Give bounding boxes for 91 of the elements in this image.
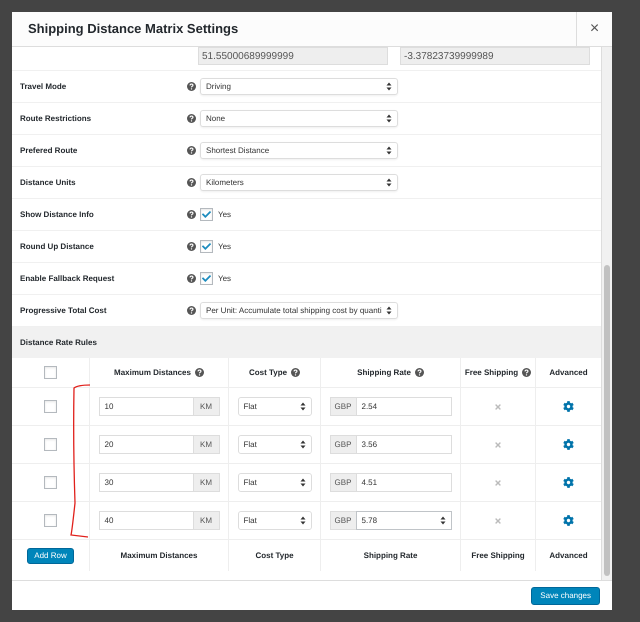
coordinate-field[interactable]: 51.55000689999999	[198, 47, 388, 65]
column-footer: Advanced	[549, 550, 588, 562]
select-field[interactable]: Kilometers	[200, 174, 398, 191]
add-row-button[interactable]: Add Row	[27, 548, 74, 564]
select-arrows-icon	[386, 146, 392, 155]
select-field[interactable]: Flat	[238, 511, 312, 530]
select-arrows-icon	[300, 478, 306, 487]
select-arrows-icon	[300, 516, 306, 525]
checkbox[interactable]	[44, 438, 57, 451]
select-arrows-icon	[300, 402, 306, 411]
section-header: Distance Rate Rules	[12, 327, 601, 358]
column-header: Cost Type	[248, 366, 288, 378]
settings-icon[interactable]	[563, 477, 574, 488]
select-arrows-icon	[300, 440, 306, 449]
setting-label: Round Up Distance	[19, 240, 95, 252]
checkbox-label: Yes	[218, 208, 232, 220]
select-arrows-icon	[440, 516, 446, 525]
dialog-title: Shipping Distance Matrix Settings	[27, 20, 240, 38]
help-icon	[187, 242, 196, 251]
checkbox[interactable]	[44, 366, 57, 379]
setting-label: Prefered Route	[19, 144, 78, 156]
currency-label: GBP	[330, 397, 356, 416]
distance-field[interactable]: 20	[98, 435, 194, 454]
currency-label: GBP	[330, 473, 356, 492]
unit-label: KM	[194, 435, 220, 454]
column-header: Maximum Distances	[114, 366, 191, 378]
settings-icon[interactable]	[563, 401, 574, 412]
setting-label: Route Restrictions	[19, 112, 92, 124]
column-footer: Free Shipping	[471, 550, 525, 562]
column-footer: Maximum Distances	[120, 550, 198, 562]
cross-icon[interactable]	[494, 402, 502, 410]
checkbox[interactable]	[44, 476, 57, 489]
help-icon	[187, 306, 196, 315]
rate-field[interactable]: 4.51	[356, 473, 452, 492]
distance-field[interactable]: 30	[98, 473, 194, 492]
help-icon	[187, 178, 196, 187]
save-changes-button[interactable]: Save changes	[531, 586, 600, 604]
select-field[interactable]: Shortest Distance	[200, 142, 398, 159]
setting-label: Show Distance Info	[19, 208, 95, 220]
select-field[interactable]: Flat	[238, 435, 312, 454]
select-arrows-icon	[386, 306, 392, 315]
checkbox-label: Yes	[218, 272, 232, 284]
cross-icon[interactable]	[494, 516, 502, 524]
cross-icon[interactable]	[494, 440, 502, 448]
currency-label: GBP	[330, 511, 356, 530]
help-icon	[187, 82, 196, 91]
unit-label: KM	[194, 397, 220, 416]
checkbox[interactable]	[200, 208, 213, 221]
select-field[interactable]: Per Unit: Accumulate total shipping cost by quanti	[200, 302, 398, 319]
setting-label: Progressive Total Cost	[19, 304, 108, 316]
setting-label: Enable Fallback Request	[19, 272, 116, 284]
column-footer: Shipping Rate	[364, 550, 418, 562]
column-footer: Cost Type	[255, 550, 294, 562]
cross-icon[interactable]	[494, 478, 502, 486]
help-icon	[414, 368, 424, 377]
setting-label: Travel Mode	[19, 80, 68, 92]
coordinate-field[interactable]: -3.37823739999989	[400, 47, 590, 65]
checkbox[interactable]	[44, 514, 57, 527]
setting-label: Distance Units	[19, 176, 77, 188]
distance-field[interactable]: 40	[98, 511, 194, 530]
settings-icon[interactable]	[563, 439, 574, 450]
checkbox[interactable]	[200, 240, 213, 253]
help-icon	[187, 274, 196, 283]
select-field[interactable]: Flat	[238, 473, 312, 492]
unit-label: KM	[194, 511, 220, 530]
currency-label: GBP	[330, 435, 356, 454]
help-icon	[194, 368, 204, 377]
select-arrows-icon	[386, 114, 392, 123]
unit-label: KM	[194, 473, 220, 492]
select-field[interactable]: Driving	[200, 78, 398, 95]
column-header: Shipping Rate	[357, 366, 411, 378]
checkbox-label: Yes	[218, 240, 232, 252]
scrollbar[interactable]	[601, 47, 612, 580]
select-field[interactable]: Flat	[238, 397, 312, 416]
rate-field[interactable]: 3.56	[356, 435, 452, 454]
help-icon	[187, 146, 196, 155]
help-icon	[187, 114, 196, 123]
settings-icon[interactable]	[563, 515, 574, 526]
help-icon	[522, 368, 532, 377]
distance-field[interactable]: 10	[98, 397, 194, 416]
rate-field[interactable]: 2.54	[356, 397, 452, 416]
checkbox[interactable]	[44, 400, 57, 413]
checkbox[interactable]	[200, 272, 213, 285]
column-header: Advanced	[549, 366, 588, 378]
rate-field[interactable]: 5.78	[356, 511, 452, 530]
select-field[interactable]: None	[200, 110, 398, 127]
column-header: Free Shipping	[464, 366, 518, 378]
select-arrows-icon	[386, 178, 392, 187]
help-icon	[291, 368, 300, 377]
select-arrows-icon	[386, 82, 392, 91]
help-icon	[187, 210, 196, 219]
